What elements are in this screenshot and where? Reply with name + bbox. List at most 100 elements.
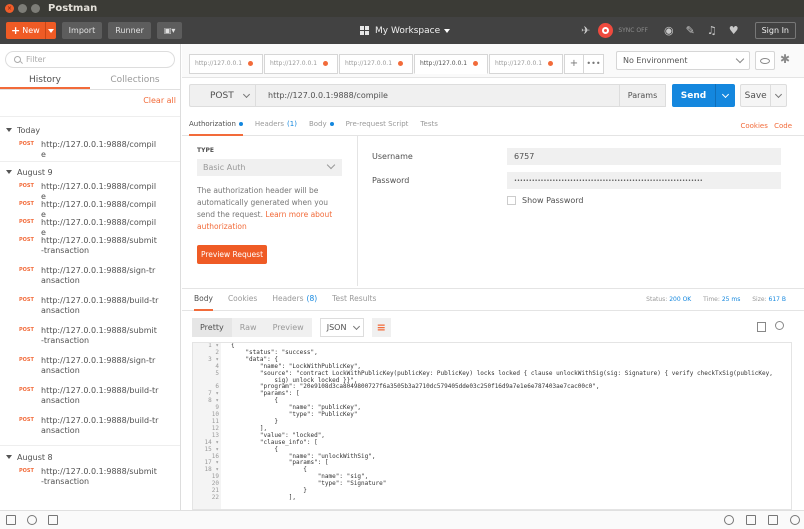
chevron-down-icon [242, 90, 250, 98]
line-number-gutter: 1 ▾ 2 3 ▾ 4 5 67 ▾ 8 ▾ 9 10 11 12 13 14 ▾ 15 ▾ 16 17 ▾… [193, 343, 221, 509]
request-tab[interactable]: http://127.0.0.1 [264, 53, 338, 74]
params-button[interactable]: Params [619, 84, 666, 107]
more-tabs-button[interactable]: ••• [584, 53, 604, 74]
pretty-button[interactable]: Pretty [192, 318, 232, 337]
method-select[interactable]: POST [189, 84, 255, 107]
history-item[interactable]: POST http://127.0.0.1:9888/build-transac… [0, 413, 180, 445]
tab-response-cookies[interactable]: Cookies [228, 289, 257, 311]
type-label: TYPE [197, 147, 214, 154]
capture-icon[interactable]: ◉ [664, 24, 674, 37]
chevron-down-icon [326, 160, 336, 170]
tab-history[interactable]: History [0, 72, 90, 89]
history-item[interactable]: POST http://127.0.0.1:9888/submit-transa… [0, 323, 180, 353]
chevron-down-icon [735, 54, 745, 64]
gear-icon[interactable]: ✱ [780, 52, 790, 66]
wrench-icon[interactable]: ✎ [686, 24, 695, 37]
environment-quick-look-button[interactable] [755, 51, 775, 70]
history-item[interactable]: POST http://127.0.0.1:9888/build-transac… [0, 383, 180, 413]
history-url: http://127.0.0.1:9888/compile [41, 140, 157, 159]
method-badge: POST [19, 297, 34, 303]
tab-collections[interactable]: Collections [90, 72, 180, 89]
close-window-button[interactable]: × [5, 4, 14, 13]
history-item[interactable]: POST http://127.0.0.1:9888/compile [0, 137, 180, 159]
history-group-august-9[interactable]: August 9 [0, 165, 180, 179]
request-tab[interactable]: http://127.0.0.1 [339, 53, 413, 74]
response-body-editor[interactable]: 1 ▾ 2 3 ▾ 4 5 67 ▾ 8 ▾ 9 10 11 12 13 14 ▾ 15 ▾ 16 17 ▾… [192, 342, 792, 510]
history-item[interactable]: POST http://127.0.0.1:9888/sign-transact… [0, 353, 180, 383]
environment-select[interactable]: No Environment [616, 51, 750, 70]
show-password-checkbox[interactable] [507, 196, 516, 205]
method-badge: POST [19, 141, 34, 147]
response-tabs: Body Cookies Headers (8) Test Results Sta… [182, 288, 804, 311]
history-item[interactable]: POST http://127.0.0.1:9888/compile [0, 215, 180, 237]
tab-body[interactable]: Body [309, 114, 334, 136]
tab-test-results[interactable]: Test Results [332, 289, 376, 311]
format-select[interactable]: JSON [319, 318, 364, 337]
code-line: ], [231, 493, 297, 501]
cookies-link[interactable]: Cookies [740, 122, 767, 130]
two-pane-icon[interactable] [746, 515, 756, 525]
history-item[interactable]: POST http://127.0.0.1:9888/submit-transa… [0, 464, 180, 494]
auth-description: The authorization header will be automat… [197, 185, 347, 233]
import-button[interactable]: Import [61, 22, 103, 39]
search-icon[interactable] [775, 321, 784, 330]
auth-type-select[interactable]: Basic Auth [197, 159, 342, 176]
bell-icon[interactable]: ♫ [707, 24, 717, 37]
sync-icon[interactable] [598, 23, 614, 38]
preview-button[interactable]: Preview [264, 318, 312, 337]
unsaved-dot-icon [248, 61, 254, 66]
new-tab-button[interactable]: + [564, 53, 584, 74]
workspace-selector[interactable]: My Workspace [360, 17, 451, 44]
maximize-window-button[interactable] [31, 4, 40, 13]
save-button[interactable]: Save [740, 84, 787, 107]
send-dropdown-button[interactable] [715, 84, 735, 107]
runner-button[interactable]: Runner [108, 22, 151, 39]
url-input[interactable]: http://127.0.0.1:9888/compile [255, 84, 619, 107]
search-icon[interactable] [27, 515, 37, 525]
tab-pre-request-script[interactable]: Pre-request Script [346, 114, 409, 136]
history-url: http://127.0.0.1:9888/build-transaction [41, 416, 159, 435]
tab-authorization[interactable]: Authorization [189, 114, 243, 136]
history-group-today[interactable]: Today [0, 123, 180, 137]
history-item[interactable]: POST http://127.0.0.1:9888/build-transac… [0, 293, 180, 323]
code-link[interactable]: Code [774, 122, 792, 130]
grid-icon [360, 26, 369, 35]
history-item[interactable]: POST http://127.0.0.1:9888/submit-transa… [0, 233, 180, 263]
new-button[interactable]: + New [6, 22, 56, 39]
bootcamp-icon[interactable] [724, 515, 734, 525]
show-password-label: Show Password [522, 196, 584, 205]
username-field[interactable]: 6757 [507, 148, 781, 165]
new-window-button[interactable]: ▣▾ [156, 22, 183, 39]
save-dropdown-button[interactable] [770, 84, 786, 107]
satellite-icon[interactable]: ✈ [581, 24, 590, 37]
tab-headers[interactable]: Headers (1) [255, 114, 297, 136]
filter-input[interactable]: Filter [5, 51, 175, 68]
sign-in-button[interactable]: Sign In [754, 22, 796, 39]
wrap-lines-icon[interactable]: ≡ [371, 318, 391, 337]
copy-icon[interactable] [757, 322, 766, 332]
request-tab-active[interactable]: http://127.0.0.1 [414, 53, 488, 74]
password-field[interactable]: ••••••••••••••••••••••••••••••••••••••••… [507, 172, 781, 189]
send-button[interactable]: Send [672, 84, 735, 107]
console-icon[interactable] [48, 515, 58, 525]
heart-icon[interactable]: ♥ [729, 24, 739, 37]
history-item[interactable]: POST http://127.0.0.1:9888/sign-transact… [0, 263, 180, 293]
minimize-window-button[interactable] [18, 4, 27, 13]
history-item[interactable]: POST http://127.0.0.1:9888/compile [0, 197, 180, 219]
tab-response-headers[interactable]: Headers (8) [272, 289, 317, 311]
history-item[interactable]: POST http://127.0.0.1:9888/compile [0, 179, 180, 201]
keyboard-icon[interactable] [768, 515, 778, 525]
raw-button[interactable]: Raw [231, 318, 265, 337]
request-tab[interactable]: http://127.0.0.1 [189, 53, 263, 74]
new-dropdown-button[interactable] [44, 22, 56, 39]
clear-all-link[interactable]: Clear all [143, 96, 176, 105]
preview-request-button[interactable]: Preview Request [197, 245, 267, 264]
toggle-sidebar-icon[interactable] [6, 515, 16, 525]
history-group-august-8[interactable]: August 8 [0, 450, 180, 464]
help-icon[interactable] [790, 515, 800, 525]
request-tab[interactable]: http://127.0.0.1 [489, 53, 563, 74]
tab-response-body[interactable]: Body [194, 289, 213, 311]
method-badge: POST [19, 357, 34, 363]
method-badge: POST [19, 387, 34, 393]
tab-tests[interactable]: Tests [420, 114, 437, 136]
